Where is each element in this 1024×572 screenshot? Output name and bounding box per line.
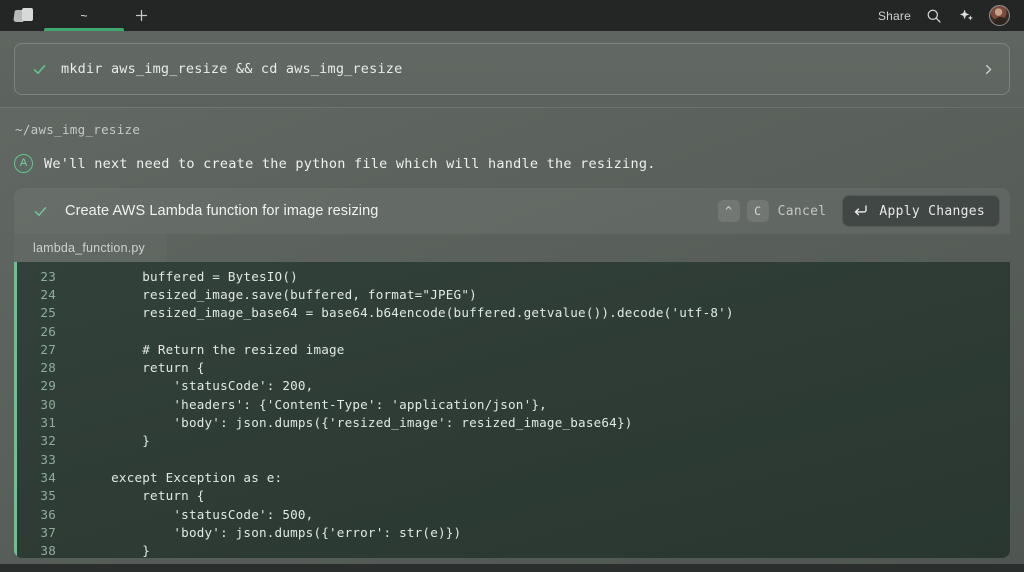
agent-badge: A [14, 154, 33, 173]
line-content: 'headers': {'Content-Type': 'application… [80, 396, 547, 412]
line-content: return { [80, 488, 205, 504]
line-content: except Exception as e: [80, 469, 283, 485]
assistant-message-text: We'll next need to create the python fil… [44, 155, 656, 172]
code-line: 34 except Exception as e: [14, 468, 1010, 486]
code-line: 30 'headers': {'Content-Type': 'applicat… [14, 395, 1010, 413]
code-viewer[interactable]: 23 buffered = BytesIO() 24 resized_image.… [14, 262, 1010, 558]
code-line: 29 'statusCode': 200, [14, 377, 1010, 395]
working-directory: ~/aws_img_resize [15, 122, 141, 137]
search-icon[interactable] [925, 7, 943, 25]
line-content: 'statusCode': 200, [80, 378, 314, 394]
line-content: return { [80, 360, 205, 376]
code-line: 25 resized_image_base64 = base64.b64enco… [14, 304, 1010, 322]
code-line: 33 [14, 450, 1010, 468]
code-line-list: 23 buffered = BytesIO() 24 resized_image.… [14, 262, 1010, 558]
checkmark-icon [31, 61, 47, 77]
plus-icon [135, 9, 147, 22]
line-number: 38 [40, 543, 56, 558]
new-tab-button[interactable] [124, 0, 158, 31]
title-bar: ~ Share [0, 0, 1024, 31]
line-content: resized_image_base64 = base64.b64encode(… [80, 305, 734, 321]
code-line: 27 # Return the resized image [14, 340, 1010, 358]
line-number: 28 [40, 360, 56, 376]
line-number: 26 [40, 323, 56, 339]
code-line: 26 [14, 322, 1010, 340]
code-action-card: Create AWS Lambda function for image res… [14, 188, 1010, 262]
action-card-title: Create AWS Lambda function for image res… [65, 203, 379, 219]
file-tab-label: lambda_function.py [33, 241, 146, 255]
line-number: 30 [40, 396, 56, 412]
sparkle-icon[interactable] [957, 7, 975, 25]
line-number: 29 [40, 378, 56, 394]
titlebar-actions: Share [878, 5, 1012, 26]
conversation-region: ~/aws_img_resize A We'll next need to cr… [0, 108, 1024, 173]
code-line: 31 'body': json.dumps({'resized_image': … [14, 413, 1010, 431]
action-card-controls: ^ C Cancel Apply Changes [717, 195, 1000, 227]
action-card-header: Create AWS Lambda function for image res… [14, 188, 1010, 234]
apply-changes-button[interactable]: Apply Changes [842, 195, 1000, 227]
line-content: } [80, 543, 151, 558]
line-content: buffered = BytesIO() [80, 268, 298, 284]
warp-terminal-window: ~ Share mkdir aws_img_resize && cd aws_i… [0, 0, 1024, 572]
line-number: 31 [40, 415, 56, 431]
line-content: } [80, 433, 151, 449]
cancel-button[interactable]: Cancel [778, 204, 827, 219]
code-line: 36 'statusCode': 500, [14, 505, 1010, 523]
line-number: 35 [40, 488, 56, 504]
code-line: 37 'body': json.dumps({'error': str(e)}) [14, 523, 1010, 541]
file-tab-lambda-function[interactable]: lambda_function.py [14, 234, 167, 262]
line-number: 23 [40, 268, 56, 284]
line-content: # Return the resized image [80, 341, 345, 357]
share-button[interactable]: Share [878, 9, 911, 23]
tab-home[interactable]: ~ [44, 0, 124, 31]
apply-changes-label: Apply Changes [879, 203, 985, 219]
line-number: 25 [40, 305, 56, 321]
line-number: 32 [40, 433, 56, 449]
line-number: 36 [40, 506, 56, 522]
file-tab-strip: lambda_function.py [14, 234, 1010, 262]
line-number: 33 [40, 451, 56, 467]
line-content: 'statusCode': 500, [80, 506, 314, 522]
command-text: mkdir aws_img_resize && cd aws_img_resiz… [61, 61, 403, 77]
user-avatar[interactable] [989, 5, 1010, 26]
line-content: resized_image.save(buffered, format="JPE… [80, 286, 477, 302]
code-line: 32 } [14, 432, 1010, 450]
code-line: 28 return { [14, 358, 1010, 376]
command-block-region: mkdir aws_img_resize && cd aws_img_resiz… [0, 31, 1024, 107]
line-content: 'body': json.dumps({'error': str(e)}) [80, 524, 462, 540]
line-content: 'body': json.dumps({'resized_image': res… [80, 415, 633, 431]
assistant-message: A We'll next need to create the python f… [14, 154, 1010, 173]
line-number: 37 [40, 524, 56, 540]
code-line: 23 buffered = BytesIO() [14, 267, 1010, 285]
diff-accent-bar [14, 262, 17, 558]
keycap-c: C [746, 200, 769, 222]
code-line: 24 resized_image.save(buffered, format="… [14, 285, 1010, 303]
line-number: 34 [40, 469, 56, 485]
tab-label: ~ [80, 8, 88, 23]
return-arrow-icon [853, 204, 868, 218]
checkmark-icon [32, 203, 48, 219]
chevron-right-icon[interactable] [982, 63, 995, 76]
code-line: 35 return { [14, 487, 1010, 505]
window-bottom-bar [0, 564, 1024, 572]
warp-logo-icon [13, 7, 34, 25]
line-number: 24 [40, 286, 56, 302]
tab-strip: ~ [44, 0, 124, 31]
line-number: 27 [40, 341, 56, 357]
code-line: 38 } [14, 541, 1010, 558]
command-block[interactable]: mkdir aws_img_resize && cd aws_img_resiz… [14, 43, 1010, 95]
keycap-control: ^ [717, 200, 740, 222]
